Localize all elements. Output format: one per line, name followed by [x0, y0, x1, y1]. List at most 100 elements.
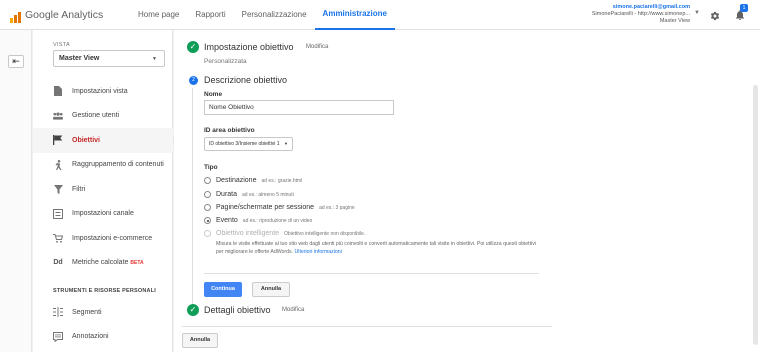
account-selector[interactable]: simone.paciarelli@gmail.com SimonePaciar… [592, 4, 690, 25]
view-selector[interactable]: Master View ▼ [53, 50, 165, 67]
goal-name-input[interactable] [204, 100, 394, 115]
step2-title: Descrizione obiettivo [204, 75, 288, 85]
type-option-example: Obiettivo intelligente non disponibile. [284, 230, 366, 237]
view-selector-value: Master View [59, 55, 100, 62]
sidebar-item-label: Impostazioni e-commerce [72, 234, 153, 242]
divider [182, 326, 552, 327]
step3-edit-link[interactable]: Modifica [282, 307, 304, 313]
type-option-label: Obiettivo intelligente [216, 230, 280, 237]
chevron-down-icon: ▼ [283, 141, 288, 146]
continue-button[interactable]: Continua [204, 282, 242, 297]
sidebar-item-label: Gestione utenti [72, 112, 120, 120]
cart-icon [53, 233, 63, 243]
name-label: Nome [204, 91, 223, 98]
back-button[interactable]: ⇤ [8, 55, 24, 68]
admin-sidebar: VISTA Master View ▼ Impostazioni vista G… [33, 30, 178, 352]
account-view: Master View [659, 18, 690, 24]
type-option-label: Durata [216, 191, 238, 198]
sidebar-item-label: Impostazioni vista [72, 87, 128, 95]
filter-icon [53, 184, 63, 194]
person-walk-icon [53, 159, 63, 170]
beta-badge: BETA [130, 259, 144, 266]
radio-button[interactable] [204, 177, 211, 184]
main-nav: Home page Rapporti Personalizzazione Amm… [130, 0, 396, 30]
check-icon: ✓ [187, 304, 199, 316]
sidebar-item-label: Annotazioni [72, 333, 109, 341]
learn-more-link[interactable]: Ulteriori informazioni [295, 249, 342, 255]
radio-button[interactable] [204, 204, 211, 211]
notification-badge: 1 [740, 4, 748, 12]
type-option-duration[interactable]: Durata ad es.: almeno 5 minuti [204, 191, 294, 198]
step-connector [192, 88, 193, 310]
type-option-event[interactable]: Evento ad es.: riproduzione di un video [204, 217, 312, 224]
type-option-example: ad es.: riproduzione di un video [242, 217, 313, 224]
vista-label: VISTA [53, 42, 70, 48]
chevron-down-icon: ▼ [152, 56, 157, 62]
type-option-label: Evento [216, 217, 238, 224]
type-label: Tipo [204, 164, 218, 171]
segments-icon [53, 307, 63, 318]
type-option-label: Destinazione [216, 177, 257, 184]
sidebar-item-content-grouping[interactable]: Raggruppamento di contenuti [33, 153, 173, 178]
type-option-example: ad es.: 3 pagine [319, 204, 355, 211]
sidebar-item-calculated-metrics[interactable]: Dd Metriche calcolate BETA [33, 251, 173, 276]
channel-icon [53, 208, 63, 219]
personal-tools-menu: Segmenti Annotazioni [33, 300, 173, 349]
account-property: SimonePaciarelli - http://www.simonep... [591, 11, 690, 17]
radio-button-disabled [204, 230, 211, 237]
nav-home[interactable]: Home page [130, 0, 187, 30]
back-arrow-icon: ⇤ [12, 56, 20, 66]
nav-reports[interactable]: Rapporti [187, 0, 233, 30]
radio-button-selected[interactable] [204, 217, 211, 224]
type-option-smart-goal: Obiettivo intelligente Obiettivo intelli… [204, 230, 365, 237]
view-menu: Impostazioni vista Gestione utenti Obiet… [33, 79, 178, 276]
sidebar-item-filters[interactable]: Filtri [33, 177, 173, 202]
personal-tools-heading: STRUMENTI E RISORSE PERSONALI [53, 288, 156, 294]
goal-id-label: ID area obiettivo [204, 127, 255, 134]
sidebar-item-label: Filtri [72, 185, 86, 193]
cancel-goal-button[interactable]: Annulla [182, 333, 218, 348]
smart-goal-description: Misura le visite effettuate al tuo sito … [216, 241, 536, 255]
nav-customization[interactable]: Personalizzazione [234, 0, 315, 30]
users-icon [53, 111, 63, 121]
sidebar-item-label: Segmenti [72, 308, 102, 316]
type-option-label: Pagine/schermate per sessione [216, 204, 315, 211]
document-icon [53, 86, 63, 97]
sidebar-item-channel-settings[interactable]: Impostazioni canale [33, 202, 173, 227]
type-option-example: ad es.: grazie.html [261, 177, 303, 184]
sidebar-item-label: Impostazioni canale [72, 210, 134, 218]
sidebar-item-segments[interactable]: Segmenti [33, 300, 173, 325]
sidebar-item-user-management[interactable]: Gestione utenti [33, 104, 173, 129]
sidebar-item-annotations[interactable]: Annotazioni [33, 325, 173, 350]
left-strip: ⇤ [0, 30, 32, 352]
sidebar-item-label: Raggruppamento di contenuti [72, 161, 164, 169]
divider [204, 273, 539, 274]
step1-edit-link[interactable]: Modifica [306, 44, 328, 50]
dd-icon: Dd [53, 259, 63, 267]
logo[interactable]: Google Analytics [10, 9, 104, 23]
account-caret-icon[interactable]: ▼ [694, 10, 700, 16]
nav-admin[interactable]: Amministrazione [314, 0, 396, 30]
brand-name: Google Analytics [25, 9, 104, 21]
goal-editor: ✓ Impostazione obiettivo Modifica Person… [174, 30, 760, 352]
type-option-pages-per-session[interactable]: Pagine/schermate per sessione ad es.: 3 … [204, 204, 355, 211]
goal-id-value: ID obiettivo 3/Insieme obiettivi 1 [209, 141, 280, 147]
scrollbar[interactable] [753, 85, 758, 345]
step1-title: Impostazione obiettivo [204, 42, 294, 52]
radio-button[interactable] [204, 191, 211, 198]
sidebar-item-label: Obiettivi [72, 136, 101, 144]
account-email: simone.paciarelli@gmail.com [612, 4, 690, 10]
goal-id-select[interactable]: ID obiettivo 3/Insieme obiettivi 1 ▼ [204, 137, 293, 151]
annotation-icon [53, 331, 63, 342]
sidebar-item-label: Metriche calcolate [72, 259, 129, 267]
cancel-step-button[interactable]: Annulla [252, 282, 290, 297]
analytics-logo-icon [10, 10, 21, 23]
sidebar-item-ecommerce-settings[interactable]: Impostazioni e-commerce [33, 226, 173, 251]
sidebar-item-view-settings[interactable]: Impostazioni vista [33, 79, 173, 104]
type-option-example: ad es.: almeno 5 minuti [242, 191, 294, 198]
type-option-destination[interactable]: Destinazione ad es.: grazie.html [204, 177, 302, 184]
gear-icon[interactable] [710, 8, 720, 21]
smart-goal-note: Misura le visite effettuate al tuo sito … [216, 240, 536, 256]
sidebar-item-goals[interactable]: Obiettivi [33, 128, 178, 153]
top-bar: Google Analytics Home page Rapporti Pers… [0, 0, 760, 30]
